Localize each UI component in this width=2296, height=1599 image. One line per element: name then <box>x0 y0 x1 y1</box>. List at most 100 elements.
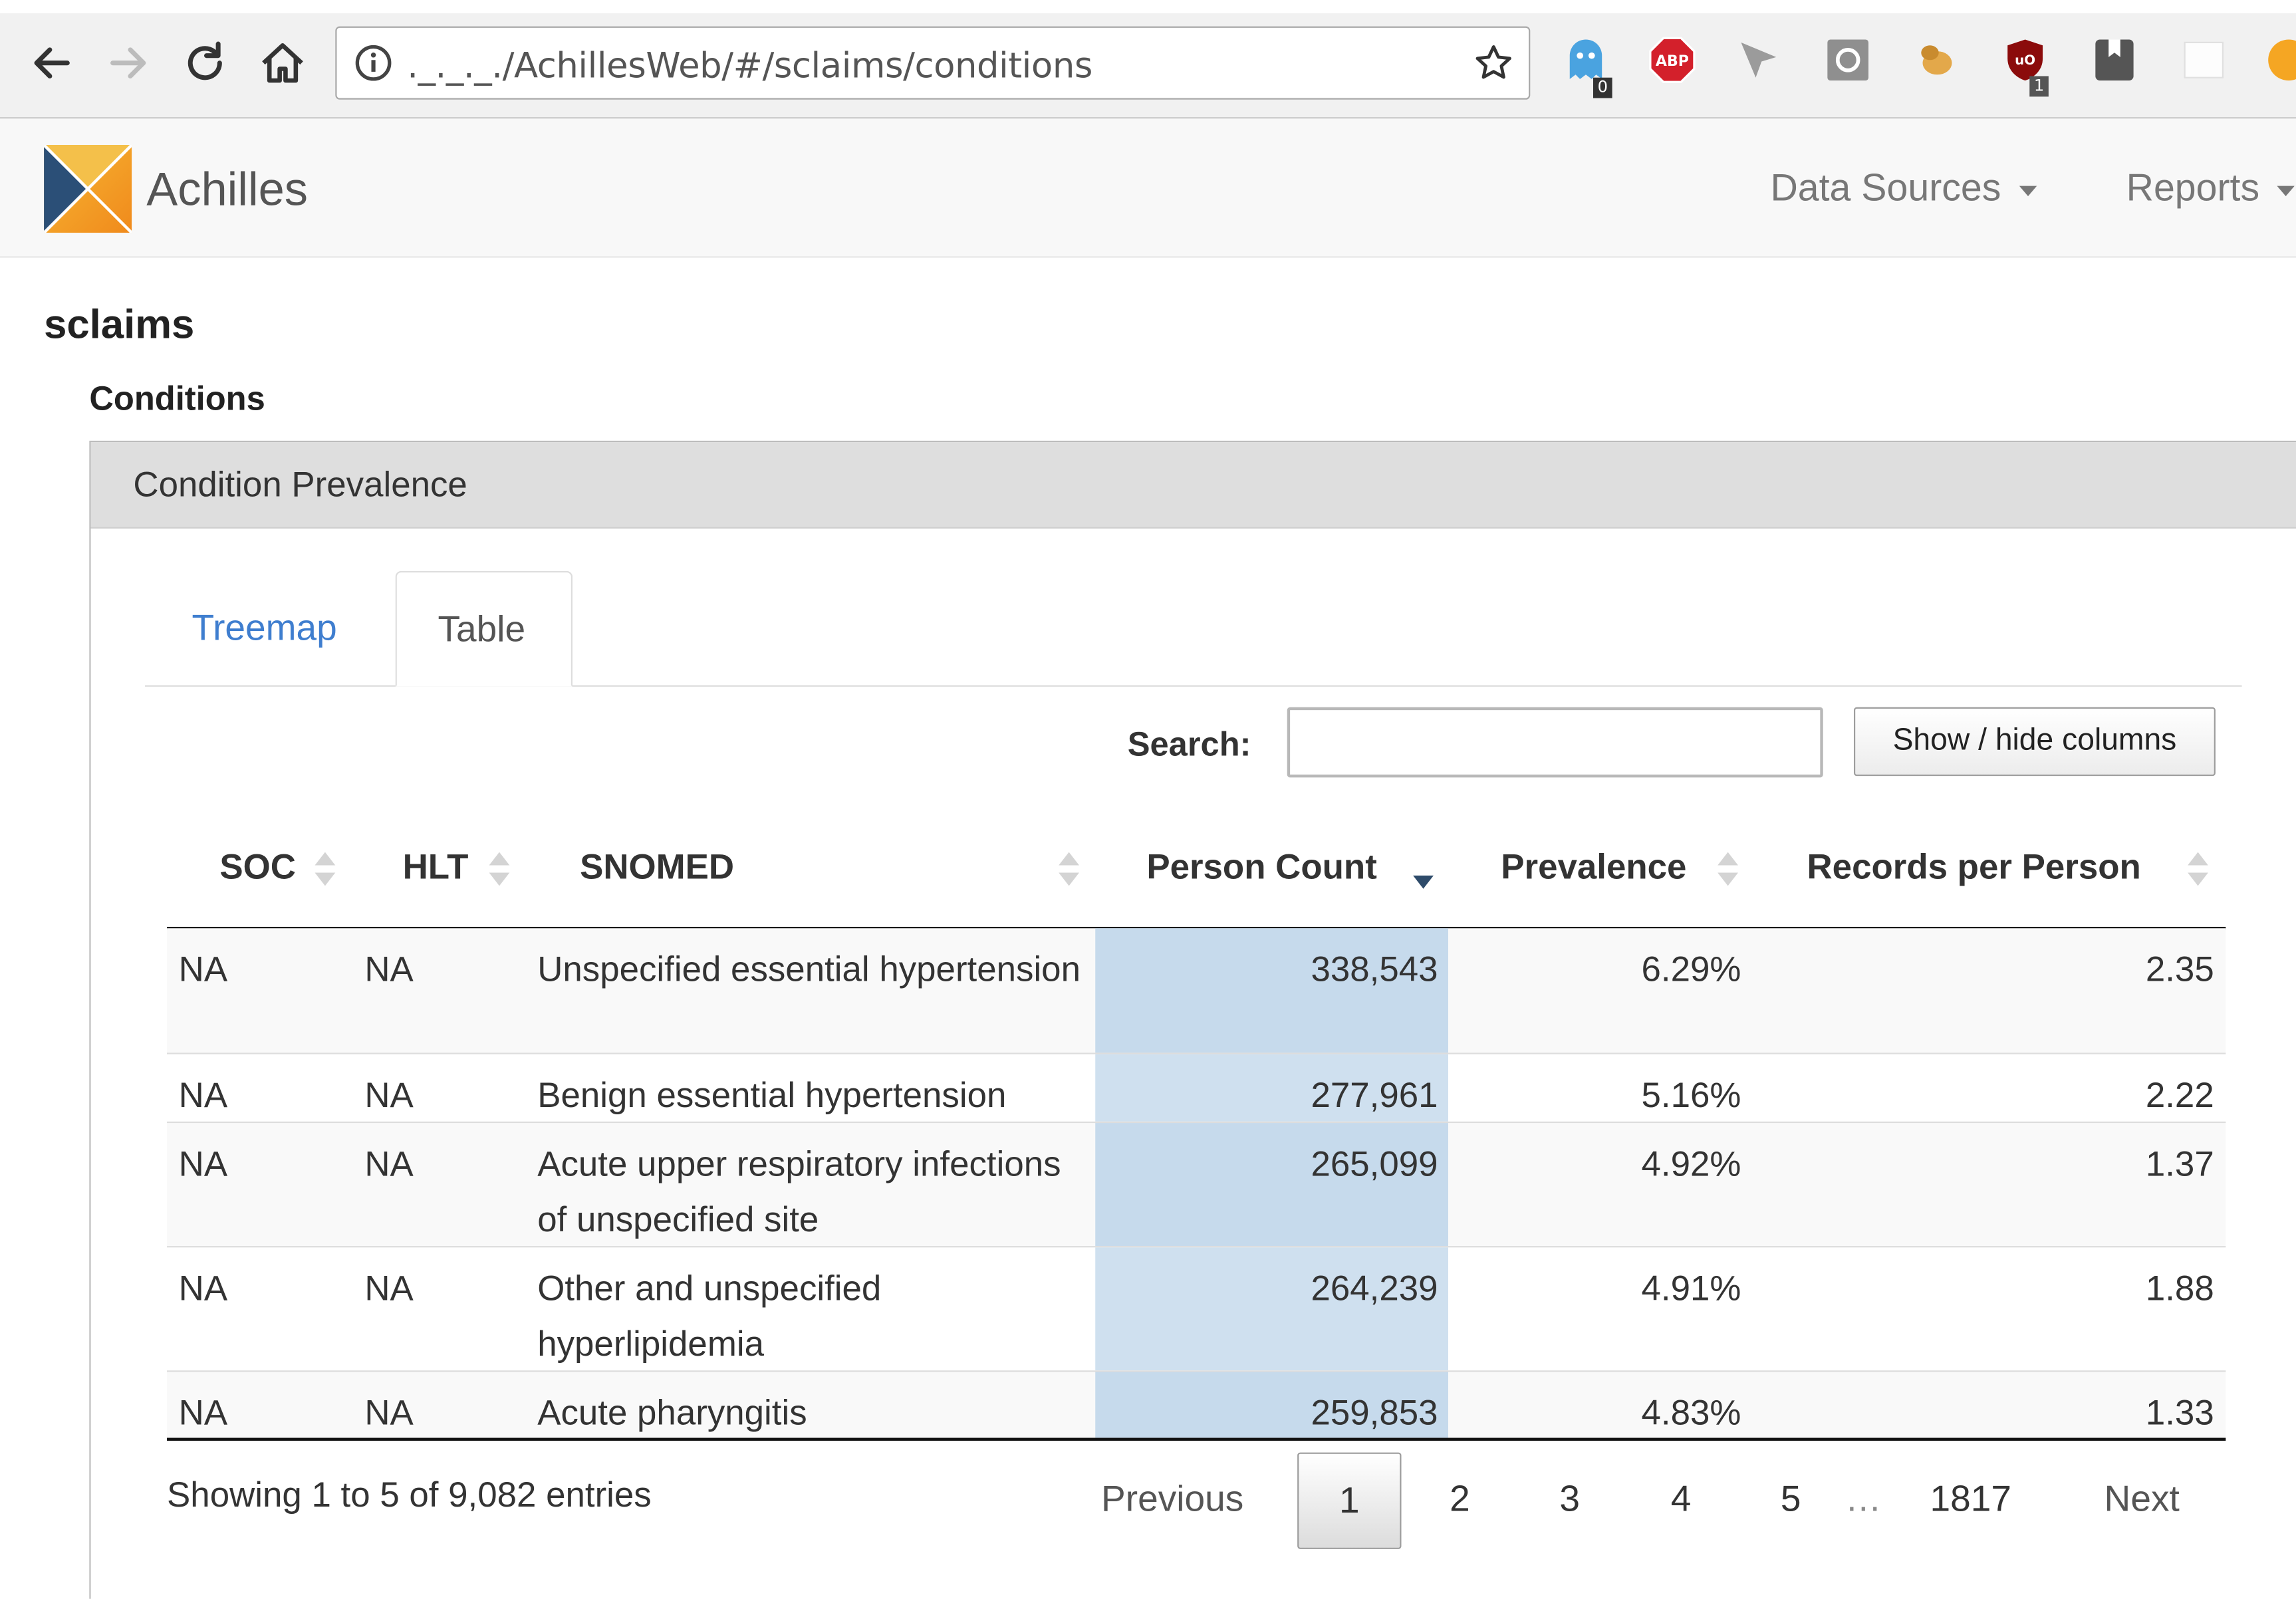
cell-records-per-person: 2.35 <box>2145 950 2214 990</box>
page-button-3[interactable]: 3 <box>1559 1479 1580 1521</box>
sort-descending-icon[interactable] <box>1413 852 1434 894</box>
table-row[interactable]: NA NA Benign essential hypertension 277,… <box>167 1052 2226 1122</box>
cell-records-per-person: 1.88 <box>2145 1269 2214 1309</box>
table-row[interactable]: NA NA Acute upper respiratory infections… <box>167 1121 2226 1247</box>
search-input[interactable] <box>1287 707 1823 778</box>
browser-top-strip <box>0 0 2296 13</box>
page-ellipsis: … <box>1845 1479 1882 1520</box>
page-button-2[interactable]: 2 <box>1450 1479 1470 1521</box>
back-icon[interactable] <box>27 38 76 88</box>
cell-person-count: 264,239 <box>1095 1247 1448 1371</box>
ublock-icon[interactable]: uO 1 <box>2000 35 2050 97</box>
cell-person-count: 277,961 <box>1095 1054 1448 1122</box>
cell-hlt: NA <box>364 1269 414 1309</box>
cell-prevalence: 4.91% <box>1641 1269 1741 1309</box>
table-row[interactable]: NA NA Acute pharyngitis 259,853 4.83% 1.… <box>167 1370 2226 1438</box>
view-tabs: Treemap Table <box>145 570 2242 687</box>
column-header-records-per-person[interactable]: Records per Person <box>1807 848 2141 889</box>
table-row[interactable]: NA NA Unspecified essential hypertension… <box>167 928 2226 1053</box>
caret-down-icon <box>2277 185 2295 196</box>
page-button-4[interactable]: 4 <box>1671 1479 1692 1521</box>
sort-icon[interactable] <box>315 852 336 894</box>
cell-records-per-person: 2.22 <box>2145 1076 2214 1116</box>
cell-person-count: 265,099 <box>1095 1123 1448 1247</box>
ghostery-icon[interactable]: 0 <box>1561 35 1612 98</box>
address-bar[interactable]: ._._._./AchillesWeb/#/sclaims/conditions <box>335 26 1531 100</box>
column-header-hlt[interactable]: HLT <box>403 848 469 889</box>
sort-icon[interactable] <box>1059 852 1080 894</box>
achilles-logo[interactable] <box>44 145 132 233</box>
hand-extension-icon[interactable] <box>1911 35 1961 85</box>
brand-name[interactable]: Achilles <box>146 162 308 216</box>
cell-snomed: Acute upper respiratory infections of un… <box>537 1145 1061 1241</box>
data-sources-label: Data Sources <box>1770 165 2001 209</box>
caret-down-icon <box>2018 185 2037 196</box>
next-page-button[interactable]: Next <box>2105 1479 2180 1521</box>
cell-snomed: Benign essential hypertension <box>537 1076 1007 1116</box>
svg-text:uO: uO <box>2015 53 2035 68</box>
data-sources-menu[interactable]: Data Sources <box>1770 165 2037 211</box>
table-info: Showing 1 to 5 of 9,082 entries <box>167 1475 652 1516</box>
cell-soc: NA <box>178 1269 228 1309</box>
orange-extension-icon[interactable] <box>2264 35 2296 85</box>
cell-hlt: NA <box>364 950 414 990</box>
url-text[interactable]: ._._._./AchillesWeb/#/sclaims/conditions <box>407 45 1092 86</box>
blank-extension-icon[interactable] <box>2179 35 2229 85</box>
adblock-plus-icon[interactable]: ABP <box>1647 35 1697 85</box>
cell-soc: NA <box>178 1076 228 1116</box>
datasource-title: sclaims <box>44 301 195 347</box>
app-navbar: Achilles Data Sources Reports <box>0 118 2296 258</box>
cell-records-per-person: 1.37 <box>2145 1145 2214 1185</box>
bookmark-extension-icon[interactable] <box>2090 35 2140 85</box>
panel-title: Condition Prevalence <box>133 465 467 505</box>
cell-person-count: 338,543 <box>1095 928 1448 1053</box>
tab-table[interactable]: Table <box>395 570 573 687</box>
column-header-soc[interactable]: SOC <box>219 848 296 889</box>
table-row[interactable]: NA NA Other and unspecified hyperlipidem… <box>167 1246 2226 1371</box>
forward-icon[interactable] <box>104 38 154 88</box>
cell-snomed: Acute pharyngitis <box>537 1394 807 1433</box>
page-button-5[interactable]: 5 <box>1781 1479 1801 1521</box>
show-hide-columns-button[interactable]: Show / hide columns <box>1853 707 2216 777</box>
home-icon[interactable] <box>258 38 308 88</box>
cell-snomed: Other and unspecified hyperlipidemia <box>537 1269 882 1365</box>
cell-hlt: NA <box>364 1394 414 1433</box>
cell-person-count: 259,853 <box>1095 1372 1448 1438</box>
cell-soc: NA <box>178 1145 228 1185</box>
cell-hlt: NA <box>364 1145 414 1185</box>
column-header-person-count[interactable]: Person Count <box>1146 848 1377 889</box>
panel-heading: Condition Prevalence <box>90 442 2296 529</box>
info-icon[interactable] <box>354 44 392 82</box>
table-bottom-border <box>167 1437 2226 1441</box>
adblock-label: ABP <box>1656 53 1689 70</box>
page-button-current[interactable]: 1 <box>1297 1452 1402 1549</box>
condition-prevalence-panel: Condition Prevalence Treemap Table Searc… <box>89 440 2296 1599</box>
cell-prevalence: 4.83% <box>1641 1394 1741 1433</box>
sort-icon[interactable] <box>1718 852 1739 894</box>
column-header-prevalence[interactable]: Prevalence <box>1501 848 1686 889</box>
ghostery-badge: 0 <box>1593 77 1612 98</box>
section-title: Conditions <box>89 379 265 418</box>
cell-prevalence: 5.16% <box>1641 1076 1741 1116</box>
cell-snomed: Unspecified essential hypertension <box>537 950 1081 990</box>
cursor-extension-icon[interactable] <box>1735 35 1785 85</box>
cell-soc: NA <box>178 950 228 990</box>
ublock-badge: 1 <box>2029 76 2049 97</box>
bookmark-star-icon[interactable] <box>1473 43 1514 84</box>
cell-prevalence: 4.92% <box>1641 1145 1741 1185</box>
reports-menu[interactable]: Reports <box>2126 166 2295 211</box>
screenshot-extension-icon[interactable] <box>1823 35 1873 85</box>
cell-prevalence: 6.29% <box>1641 950 1741 990</box>
sort-icon[interactable] <box>489 852 510 894</box>
previous-page-button[interactable]: Previous <box>1101 1479 1243 1521</box>
tab-table-label: Table <box>438 609 526 650</box>
column-header-snomed[interactable]: SNOMED <box>580 848 734 889</box>
cell-hlt: NA <box>364 1076 414 1116</box>
reports-label: Reports <box>2126 165 2260 209</box>
browser-toolbar: ._._._./AchillesWeb/#/sclaims/conditions… <box>0 0 2296 119</box>
page-button-last[interactable]: 1817 <box>1930 1479 2011 1521</box>
tab-treemap-label: Treemap <box>191 607 337 649</box>
reload-icon[interactable] <box>180 38 230 88</box>
sort-icon[interactable] <box>2188 852 2208 894</box>
tab-treemap[interactable]: Treemap <box>145 571 394 685</box>
